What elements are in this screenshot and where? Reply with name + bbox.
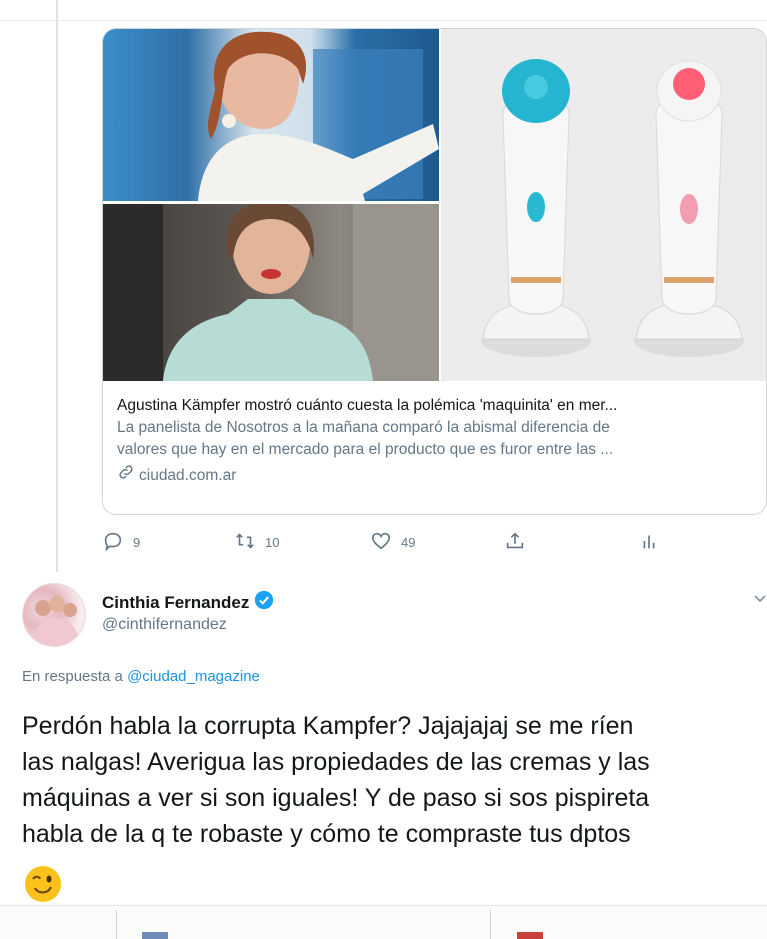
presenter-photos [103,29,439,381]
user-handle[interactable]: @cinthifernandez [102,616,227,634]
divider [0,20,767,21]
thread-line [56,0,58,572]
display-name[interactable]: Cinthia Fernandez [102,590,274,615]
verified-badge-icon [254,590,274,615]
card-image[interactable] [103,29,766,381]
winking-face-emoji [24,865,62,903]
link-card[interactable]: Agustina Kämpfer mostró cuánto cuesta la… [102,28,767,515]
tweet-text-line: las nalgas! Averigua las propiedades de … [22,748,650,776]
card-title[interactable]: Agustina Kämpfer mostró cuánto cuesta la… [117,395,757,417]
reply-count: 9 [133,534,141,550]
document-icon[interactable] [142,932,168,939]
pdf-icon[interactable] [517,932,543,939]
tweet-text-line: habla de la q te robaste y cómo te compr… [22,820,631,848]
reply-handle-link[interactable]: @ciudad_magazine [127,668,260,685]
like-button[interactable]: 49 [370,528,415,556]
reply-prefix: En respuesta a [22,668,123,685]
reply-context: En respuesta a @ciudad_magazine [22,668,260,685]
like-count: 49 [401,534,416,550]
divider [116,910,117,939]
link-icon [117,463,135,489]
photo-presenter-studio [103,29,439,201]
card-domain[interactable]: ciudad.com.ar [117,463,757,489]
chevron-down-icon[interactable] [752,590,767,606]
share-icon [504,530,526,555]
card-text[interactable]: Agustina Kämpfer mostró cuánto cuesta la… [117,395,757,489]
reply-button[interactable]: 9 [102,528,140,556]
tweet-actions: 9 10 49 [102,528,702,556]
retweet-icon [234,530,256,555]
display-name-text: Cinthia Fernandez [102,592,250,612]
like-icon [370,530,392,555]
reply-icon [102,530,124,555]
analytics-button[interactable] [638,528,660,556]
card-domain-text: ciudad.com.ar [139,467,237,484]
tweet-text: Perdón habla la corrupta Kampfer? Jajaja… [22,708,767,852]
divider [490,910,491,939]
share-button[interactable] [504,528,526,556]
card-description-line: valores que hay en el mercado para el pr… [117,441,614,458]
avatar[interactable] [22,583,86,647]
retweet-count: 10 [265,534,280,550]
photo-guest-video [103,204,439,381]
card-description-line: La panelista de Nosotros a la mañana com… [117,419,610,436]
tweet-text-line: Perdón habla la corrupta Kampfer? Jajaja… [22,712,634,740]
retweet-button[interactable]: 10 [234,528,279,556]
analytics-icon [638,530,660,555]
tweet-text-line: máquinas a ver si son iguales! Y de paso… [22,784,650,812]
product-photo [441,29,766,381]
